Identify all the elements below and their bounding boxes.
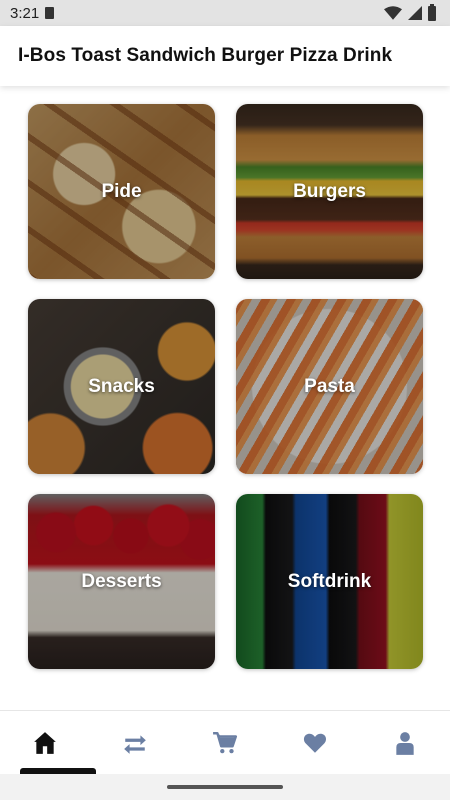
signal-icon [408,6,422,20]
category-card-softdrink[interactable]: Softdrink [236,494,423,669]
gesture-handle[interactable] [167,785,283,789]
nav-orders[interactable] [105,718,165,768]
sd-card-icon [45,7,55,19]
wifi-icon [384,6,402,20]
status-time: 3:21 [10,4,40,22]
status-left: 3:21 [10,4,55,22]
category-card-burgers[interactable]: Burgers [236,104,423,279]
app-header: I-Bos Toast Sandwich Burger Pizza Drink [0,26,450,86]
category-card-desserts[interactable]: Desserts [28,494,215,669]
category-label: Burgers [293,180,366,202]
nav-profile[interactable] [375,718,435,768]
nav-favorites[interactable] [285,718,345,768]
home-icon [34,731,56,754]
category-label: Pasta [304,375,355,397]
status-right [384,3,436,21]
swap-arrows-icon [124,734,146,754]
category-grid: Pide Burgers Snacks Pasta Desserts Softd… [0,86,450,710]
nav-home[interactable] [15,718,75,768]
category-label: Desserts [81,570,162,592]
category-card-snacks[interactable]: Snacks [28,299,215,474]
category-label: Snacks [88,375,155,397]
category-label: Pide [101,180,142,202]
category-card-pasta[interactable]: Pasta [236,299,423,474]
page-title: I-Bos Toast Sandwich Burger Pizza Drink [18,45,393,66]
battery-icon [428,3,436,21]
cart-icon [213,731,238,753]
nav-cart[interactable] [195,718,255,768]
status-bar: 3:21 [0,0,450,26]
category-label: Softdrink [287,570,372,592]
category-card-pide[interactable]: Pide [28,104,215,279]
person-icon [396,731,414,755]
bottom-nav [0,710,450,774]
heart-icon [303,733,327,753]
